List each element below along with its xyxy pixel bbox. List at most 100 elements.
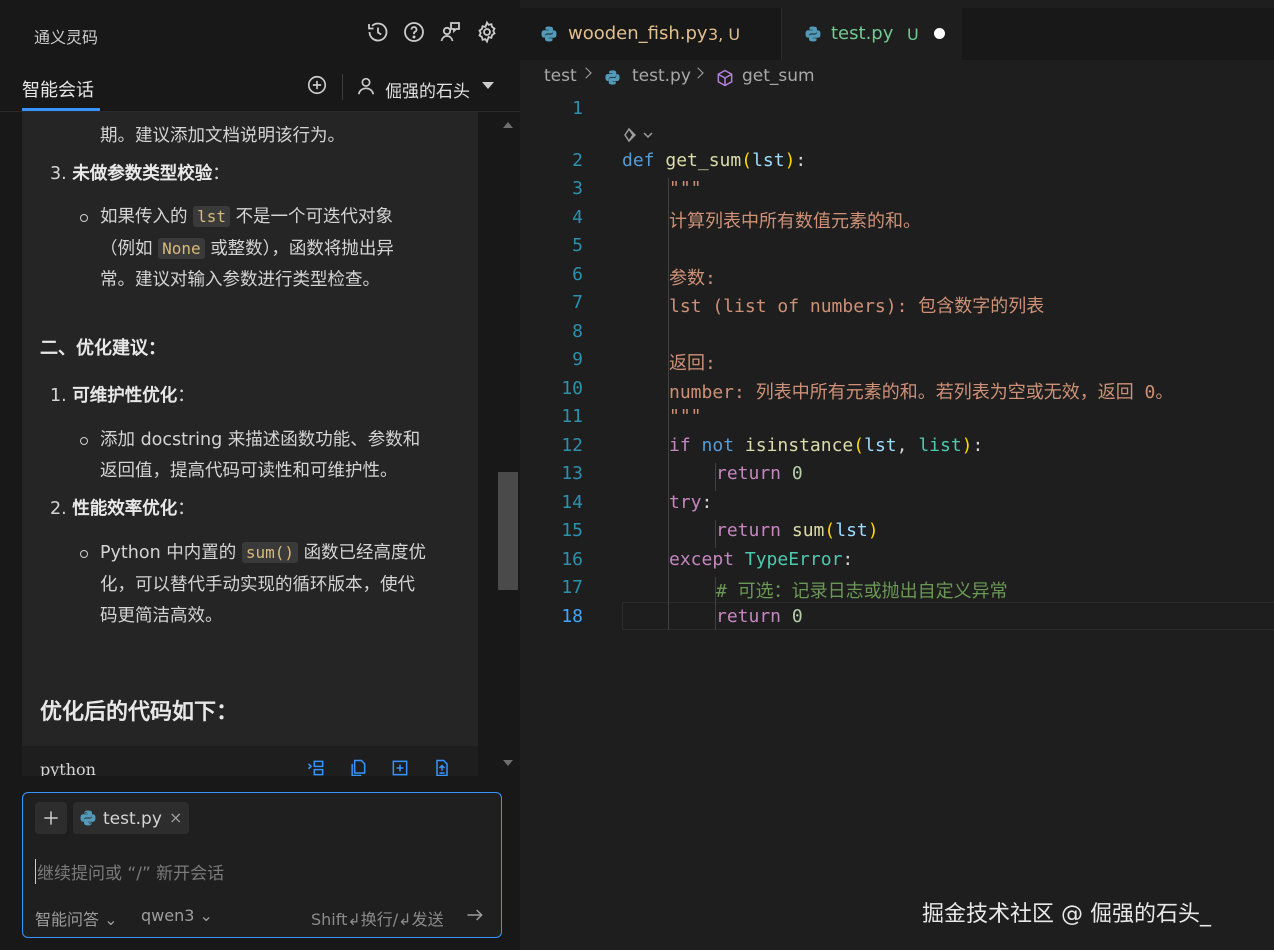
feedback-icon[interactable] (436, 18, 464, 46)
add-context-button[interactable] (35, 802, 67, 834)
code-area[interactable]: 1 2 3 4 5 6 7 8 9 10 11 12 13 14 15 16 1… (520, 94, 1274, 654)
tab-status: 3, U (708, 25, 741, 44)
code-line: lst (list of numbers): 包含数字的列表 (669, 296, 1045, 317)
chevron-down-icon[interactable] (482, 82, 494, 89)
code-line: return 0 (716, 606, 803, 627)
close-icon[interactable]: × (169, 808, 182, 827)
list-item: （例如 None 或整数），函数将抛出异 (100, 238, 394, 259)
code-line: """ (669, 178, 702, 199)
tab-wooden-fish[interactable]: wooden_fish.py 3, U (520, 8, 782, 60)
context-file-chip[interactable]: test.py × (73, 802, 189, 834)
breadcrumb-file[interactable]: test.py (632, 66, 691, 86)
plus-icon (44, 811, 58, 825)
chat-messages[interactable]: 期。建议添加文档说明该行为。 3. 未做参数类型校验： 如果传入的 lst 不是… (22, 112, 478, 776)
new-chat-icon[interactable] (306, 74, 330, 98)
chevron-right-icon (580, 67, 592, 79)
line-number: 15 (561, 520, 583, 541)
line-number: 16 (561, 549, 583, 570)
new-file-icon[interactable] (390, 758, 412, 776)
breadcrumb-folder[interactable]: test (544, 66, 577, 86)
scroll-up-icon[interactable] (503, 122, 513, 128)
chat-input-box[interactable]: test.py × 继续提问或 “/” 新开会话 智能问答 ⌄ qwen3 ⌄ … (22, 792, 502, 938)
line-number: 4 (572, 207, 583, 228)
context-file-name: test.py (103, 809, 162, 829)
unsaved-dot-icon[interactable] (934, 28, 945, 39)
assistant-panel: 通义灵码 智能会话 倔强的石头 期。建议添加文档说明该行为。 3. 未做参数类型… (0, 0, 520, 950)
code-line: return 0 (716, 463, 803, 484)
code-line: 返回: (669, 353, 716, 374)
code-line: 计算列表中所有数值元素的和。 (669, 211, 921, 232)
line-number: 7 (572, 292, 583, 313)
code-line: if not isinstance(lst, list): (669, 435, 984, 456)
tab-smart-chat[interactable]: 智能会话 (22, 76, 94, 102)
ai-codelens-icon[interactable] (622, 126, 658, 144)
model-select[interactable]: qwen3 ⌄ (141, 906, 213, 925)
assistant-header: 通义灵码 (0, 8, 520, 60)
line-number: 1 (572, 98, 583, 119)
code-line: """ (669, 406, 702, 427)
scroll-down-icon[interactable] (503, 760, 513, 766)
line-number: 14 (561, 492, 583, 513)
insert-code-icon[interactable] (306, 758, 328, 776)
method-cube-icon (717, 69, 733, 87)
code-line: except TypeError: (669, 549, 854, 570)
list-item: Python 中内置的 sum() 函数已经高度优 (100, 542, 427, 563)
code-line: return sum(lst) (716, 520, 879, 541)
list-item: 返回值，提高代码可读性和可维护性。 (100, 461, 398, 481)
python-icon (805, 26, 821, 42)
code-editor: wooden_fish.py 3, U test.py U test test.… (520, 0, 1274, 950)
line-number: 3 (572, 178, 583, 199)
active-tab-indicator (22, 108, 100, 111)
python-icon (605, 70, 620, 85)
tab-status: U (907, 25, 919, 44)
scroll-thumb[interactable] (498, 472, 518, 590)
bullet-icon (80, 437, 88, 445)
line-number: 10 (561, 378, 583, 399)
line-number: 9 (572, 349, 583, 370)
python-icon (541, 26, 557, 42)
code-language: python (40, 760, 96, 776)
help-icon[interactable] (400, 18, 428, 46)
history-icon[interactable] (364, 18, 392, 46)
code-block-header: python (22, 746, 478, 776)
line-number: 8 (572, 321, 583, 342)
bullet-icon (80, 550, 88, 558)
mode-select[interactable]: 智能问答 ⌄ (35, 906, 118, 930)
chevron-right-icon (692, 67, 704, 79)
tab-divider (342, 74, 343, 100)
tab-test-py[interactable]: test.py U (782, 8, 962, 60)
bullet-icon (80, 214, 88, 222)
line-number: 18 (561, 606, 583, 627)
list-item: 3. 未做参数类型校验： (50, 164, 230, 184)
apply-diff-icon[interactable] (432, 758, 454, 776)
list-item: 2. 性能效率优化： (50, 499, 195, 519)
user-name[interactable]: 倔强的石头 (385, 77, 470, 102)
send-icon[interactable] (465, 905, 485, 925)
chat-scrollbar[interactable] (496, 112, 520, 776)
chat-input[interactable]: 继续提问或 “/” 新开会话 (35, 859, 224, 884)
list-item: 1. 可维护性优化： (50, 386, 195, 406)
line-number: 2 (572, 150, 583, 171)
list-item: 化，可以替代手动实现的循环版本，使代 (100, 575, 415, 595)
app-title: 通义灵码 (34, 28, 99, 47)
list-item: 码更简洁高效。 (100, 606, 223, 626)
line-number: 13 (561, 463, 583, 484)
code-line: try: (669, 492, 713, 513)
user-icon[interactable] (355, 75, 377, 97)
code-line: # 可选：记录日志或抛出自定义异常 (716, 581, 1008, 602)
breadcrumb-symbol[interactable]: get_sum (742, 66, 815, 86)
editor-tabbar: wooden_fish.py 3, U test.py U (520, 8, 1274, 60)
list-item: 如果传入的 lst 不是一个可迭代对象 (100, 206, 394, 227)
breadcrumb: test test.py get_sum (520, 60, 1274, 94)
assistant-tabbar: 智能会话 倔强的石头 (0, 60, 520, 112)
tab-label: wooden_fish.py (568, 23, 708, 44)
copy-icon[interactable] (348, 758, 370, 776)
line-number: 5 (572, 235, 583, 256)
line-number: 6 (572, 264, 583, 285)
send-hint: Shift↲换行/↲发送 (311, 910, 444, 929)
line-number: 17 (561, 577, 583, 598)
chat-text: 期。建议添加文档说明该行为。 (100, 126, 345, 146)
list-item: 添加 docstring 来描述函数功能、参数和 (100, 430, 421, 450)
python-icon (80, 810, 96, 826)
settings-icon[interactable] (473, 18, 501, 46)
